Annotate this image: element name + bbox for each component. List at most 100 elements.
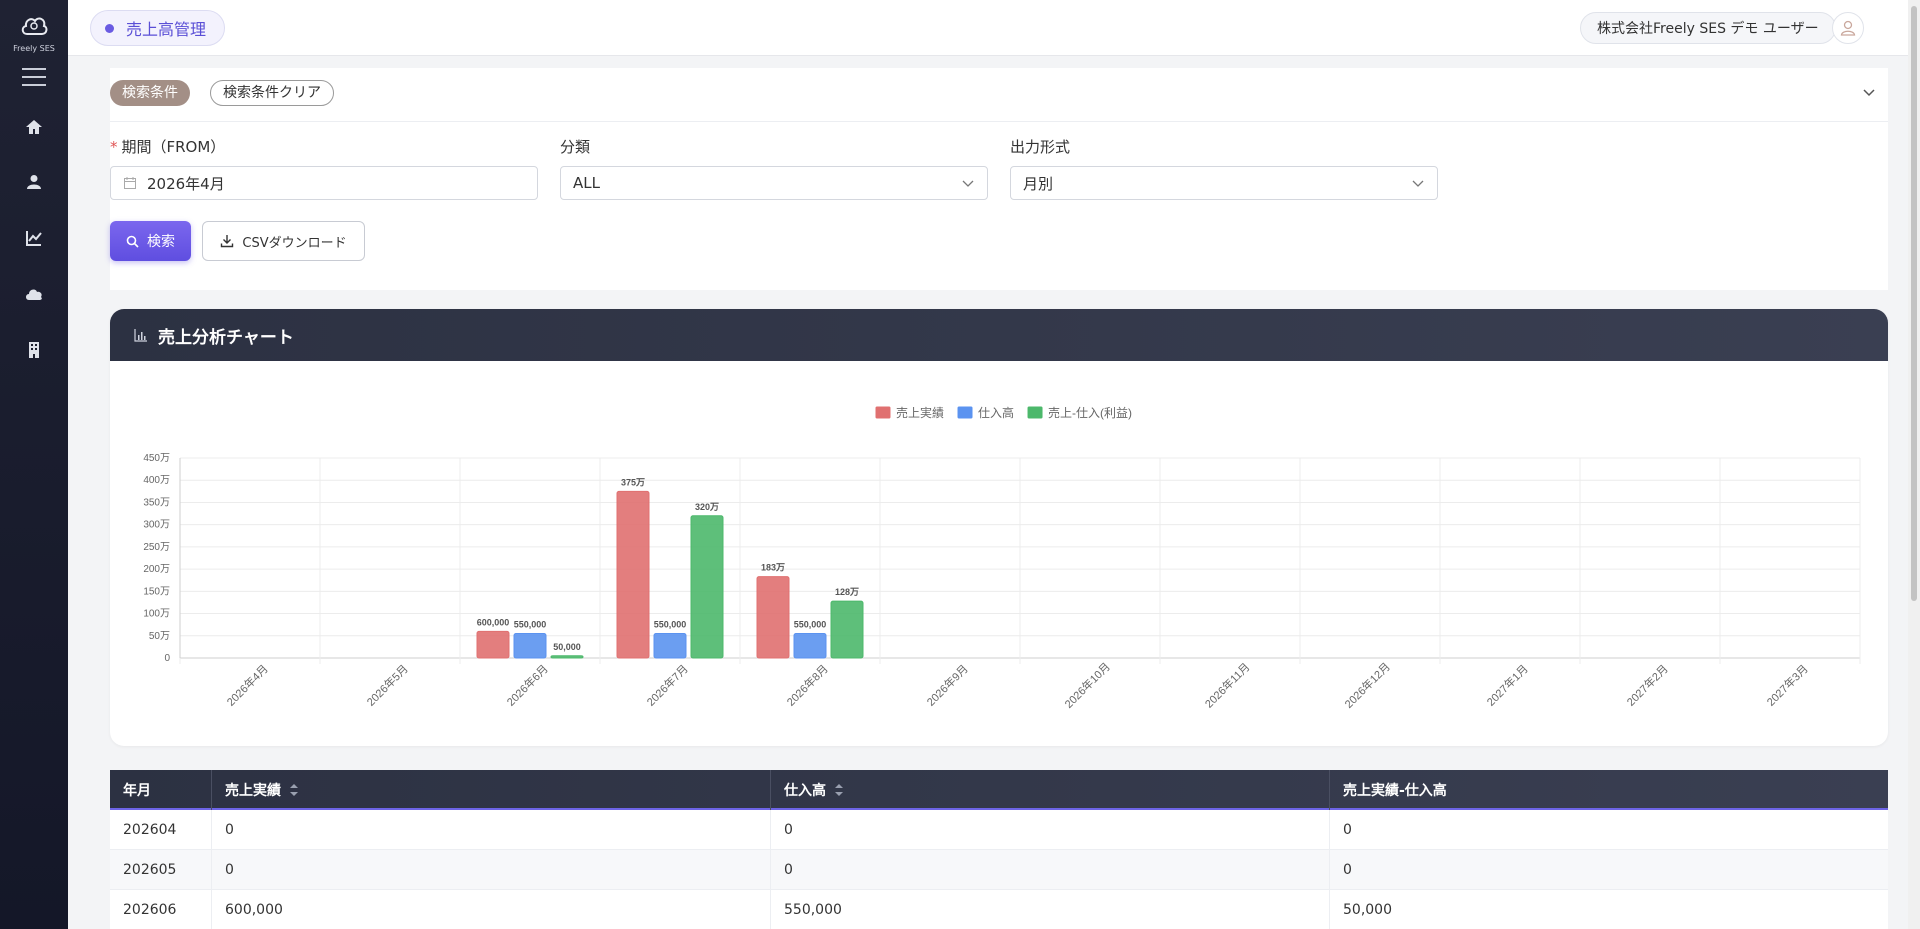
x-tick-label: 2027年3月 xyxy=(1764,662,1811,709)
cloud-icon[interactable] xyxy=(24,284,44,304)
y-tick-label: 50万 xyxy=(149,631,170,642)
output-format-value: 月別 xyxy=(1023,174,1054,193)
avatar[interactable] xyxy=(1832,12,1864,44)
period-label: * 期間（FROM） xyxy=(110,138,226,156)
table-cell: 0 xyxy=(1343,862,1352,878)
x-tick-label: 2026年6月 xyxy=(504,662,551,709)
data-label: 183万 xyxy=(761,563,785,573)
building-icon[interactable] xyxy=(24,340,44,360)
period-value: 2026年4月 xyxy=(147,174,225,193)
legend-swatch xyxy=(957,406,973,419)
period-input[interactable]: 2026年4月 xyxy=(110,166,538,200)
download-icon xyxy=(221,235,234,248)
category-label: 分類 xyxy=(560,138,591,156)
data-label: 550,000 xyxy=(654,620,687,630)
data-label: 128万 xyxy=(835,587,859,597)
sort-icon[interactable] xyxy=(289,783,299,797)
table-cell: 202606 xyxy=(110,890,212,929)
chart-card-header: 売上分析チャート xyxy=(110,309,1888,361)
legend-label: 仕入高 xyxy=(978,405,1014,420)
y-tick-label: 150万 xyxy=(143,586,170,597)
table-row: 202604 0 0 0 xyxy=(110,810,1888,850)
cloud-logo-icon xyxy=(21,17,48,35)
y-tick-label: 100万 xyxy=(143,609,170,620)
x-tick-label: 2026年11月 xyxy=(1202,660,1253,711)
table-cell: 550,000 xyxy=(771,890,1330,929)
table-cell: 0 xyxy=(771,810,1330,850)
search-panel: 検索条件 検索条件クリア * 期間（FROM） 2026年4月 分類 ALL 出力… xyxy=(110,68,1888,290)
logo-text: Freely SES xyxy=(13,44,55,53)
chart-icon[interactable] xyxy=(24,228,44,248)
legend-swatch xyxy=(875,406,891,419)
user-icon[interactable] xyxy=(24,172,44,192)
data-label: 320万 xyxy=(695,502,719,512)
bar xyxy=(690,515,724,659)
bar-chart-icon xyxy=(134,329,147,342)
table-cell: 0 xyxy=(1343,822,1352,838)
breadcrumb-dot-icon xyxy=(105,23,114,33)
x-tick-label: 2026年7月 xyxy=(644,662,691,709)
home-icon[interactable] xyxy=(24,117,44,137)
legend-swatch xyxy=(1027,406,1043,419)
x-tick-label: 2026年9月 xyxy=(924,662,971,709)
bar xyxy=(513,633,547,659)
table-cell: 0 xyxy=(771,850,1330,890)
category-value: ALL xyxy=(573,174,600,192)
table-cell: 0 xyxy=(212,850,771,890)
search-panel-header: 検索条件 検索条件クリア xyxy=(110,68,1888,122)
output-format-select[interactable]: 月別 xyxy=(1010,166,1438,200)
y-tick-label: 300万 xyxy=(143,520,170,531)
th-purchase[interactable]: 仕入高 xyxy=(771,770,1330,810)
collapse-chevron-icon[interactable] xyxy=(1862,86,1876,100)
breadcrumb-label: 売上高管理 xyxy=(126,20,207,39)
calendar-icon xyxy=(124,177,136,189)
y-tick-label: 0 xyxy=(164,653,170,664)
y-tick-label: 350万 xyxy=(143,497,170,508)
bar xyxy=(476,630,510,659)
legend-label: 売上-仕入(利益) xyxy=(1048,405,1132,420)
x-tick-label: 2026年10月 xyxy=(1061,659,1112,710)
user-company-label: 株式会社Freely SES デモ ユーザー xyxy=(1597,21,1819,37)
x-tick-label: 2026年4月 xyxy=(224,662,271,709)
x-tick-label: 2026年5月 xyxy=(364,662,411,709)
bar xyxy=(756,576,790,659)
app-logo[interactable]: Freely SES xyxy=(0,12,68,53)
bar xyxy=(793,633,827,659)
search-button[interactable]: 検索 xyxy=(110,221,191,261)
csv-download-label: CSVダウンロード xyxy=(242,235,347,251)
bar xyxy=(653,633,687,659)
table-cell: 50,000 xyxy=(1343,902,1392,918)
search-conditions-tag[interactable]: 検索条件 xyxy=(110,80,190,106)
data-label: 50,000 xyxy=(553,642,581,652)
csv-download-button[interactable]: CSVダウンロード xyxy=(202,221,365,261)
y-tick-label: 250万 xyxy=(143,542,170,553)
scrollbar-thumb[interactable] xyxy=(1911,6,1917,601)
y-tick-label: 400万 xyxy=(143,475,170,486)
sales-bar-chart: 0 50万 100万 150万 200万 250万 300万 350万 400万 450万 2026… xyxy=(143,405,1861,711)
x-tick-label: 2026年8月 xyxy=(784,662,831,709)
sales-chart-card: 売上分析チャート 0 50万 100万 150万 200万 250万 300万 350万 400… xyxy=(110,309,1888,746)
hamburger-menu-icon[interactable] xyxy=(22,68,46,86)
th-sales[interactable]: 売上実績 xyxy=(212,770,771,810)
th-year-month: 年月 xyxy=(110,770,212,810)
x-tick-label: 2026年12月 xyxy=(1341,659,1392,710)
bar xyxy=(616,490,650,659)
data-label: 550,000 xyxy=(514,620,547,630)
search-button-label: 検索 xyxy=(147,234,175,250)
data-label: 600,000 xyxy=(477,617,510,627)
user-company-pill[interactable]: 株式会社Freely SES デモ ユーザー xyxy=(1580,12,1836,44)
bar xyxy=(830,600,864,659)
sort-icon[interactable] xyxy=(834,783,844,797)
breadcrumb[interactable]: 売上高管理 xyxy=(90,10,226,46)
bar xyxy=(550,655,584,659)
table-header-row: 年月 売上実績 仕入高 売上実績-仕入高 xyxy=(110,770,1888,810)
legend-label: 売上実績 xyxy=(896,405,944,420)
top-header: 売上高管理 株式会社Freely SES デモ ユーザー xyxy=(68,0,1908,56)
clear-conditions-button[interactable]: 検索条件クリア xyxy=(210,80,334,106)
table-cell: 202604 xyxy=(110,810,212,850)
category-select[interactable]: ALL xyxy=(560,166,988,200)
data-label: 375万 xyxy=(621,477,645,487)
page-scrollbar[interactable] xyxy=(1908,0,1920,929)
table-cell: 600,000 xyxy=(212,890,771,929)
th-profit: 売上実績-仕入高 xyxy=(1343,783,1447,799)
